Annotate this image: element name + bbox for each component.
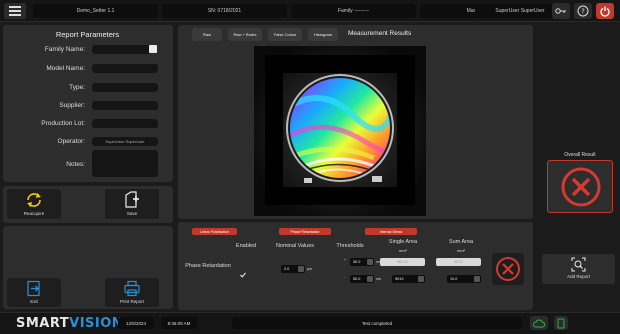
reacquire-label: Reacquire xyxy=(23,211,45,216)
help-icon[interactable]: ? xyxy=(574,3,592,19)
thresholds-header: Thresholds xyxy=(336,243,364,249)
type-input[interactable] xyxy=(92,83,158,92)
single-area-spinner-icon[interactable] xyxy=(418,276,424,282)
exit-label: Exit xyxy=(30,299,38,304)
recipe-field: Demo_Setter 1.1 xyxy=(33,4,158,18)
enabled-header: Enabled xyxy=(235,243,257,249)
threshold-minus-text: 50.0 xyxy=(353,277,361,281)
threshold-plus-spinner-icon[interactable] xyxy=(367,259,373,265)
tab-linear-polarisation[interactable]: Linear Polarisation xyxy=(192,228,237,235)
sum-area-unit: mm² xyxy=(457,248,465,253)
print-report-button[interactable]: Print Report xyxy=(105,278,159,307)
exit-button[interactable]: Exit xyxy=(7,278,61,307)
threshold-minus-spinner-icon[interactable] xyxy=(367,276,373,282)
single-area-bottom-input[interactable]: 9019 xyxy=(392,275,425,283)
single-area-top-value: 661.00 xyxy=(380,258,425,266)
threshold-minus-sign: - xyxy=(344,275,346,279)
threshold-minus-unit: nm xyxy=(376,277,381,281)
threshold-plus-text: 50.0 xyxy=(353,260,361,264)
production-lot-input[interactable] xyxy=(92,119,158,128)
save-button[interactable]: Save xyxy=(105,189,159,219)
fail-icon xyxy=(496,257,520,281)
notes-input[interactable] xyxy=(92,150,158,177)
overall-result-box xyxy=(547,160,613,213)
nominal-value-text: 2.0 xyxy=(284,267,290,271)
smartvision-logo: SMARTVISION xyxy=(16,316,124,331)
status-field: Test completed xyxy=(232,317,522,329)
view-raw-bndrs-button[interactable]: Raw + Bndrs xyxy=(228,28,262,41)
report-title: Report Parameters xyxy=(55,30,120,39)
device-icon[interactable] xyxy=(554,316,568,330)
reacquire-icon xyxy=(27,193,41,207)
nominal-spinner-icon[interactable] xyxy=(298,266,304,272)
tab-internal-stress[interactable]: Internal Stress xyxy=(365,228,417,235)
power-icon[interactable] xyxy=(596,3,614,19)
print-report-label: Print Report xyxy=(119,299,144,304)
sum-area-bottom-text: 10.0 xyxy=(450,277,458,281)
view-raw-button[interactable]: Raw xyxy=(192,28,222,41)
sum-area-spinner-icon[interactable] xyxy=(474,276,480,282)
add-report-label: Add Report xyxy=(567,274,590,279)
svg-text:?: ? xyxy=(581,8,585,16)
family-name-input[interactable] xyxy=(92,45,152,54)
phase-retardation-row-label: Phase Retardation xyxy=(185,263,231,269)
sum-area-top-value: 99.37 xyxy=(436,258,481,266)
overall-result-title: Overall Result xyxy=(564,152,596,158)
sum-area-header: Sum Area xyxy=(448,239,474,245)
view-false-colors-button[interactable]: False Colors xyxy=(268,28,302,41)
enabled-checkbox[interactable] xyxy=(239,266,247,278)
add-report-button[interactable]: Add Report xyxy=(542,254,615,284)
supplier-input[interactable] xyxy=(92,101,158,110)
time-field: 8:36:09 AM xyxy=(161,317,197,329)
new-file-icon xyxy=(125,191,139,208)
production-lot-label: Production Lot: xyxy=(41,120,85,127)
phase-retardation-result xyxy=(492,253,524,285)
notes-label: Notes: xyxy=(66,161,85,168)
nominal-value-input[interactable]: 2.0 xyxy=(281,265,305,273)
type-label: Type: xyxy=(69,84,85,91)
threshold-plus-input[interactable]: 50.0 xyxy=(350,258,374,266)
printer-icon xyxy=(124,280,140,297)
measurement-title: Measurement Results xyxy=(348,30,412,37)
menu-icon[interactable] xyxy=(4,3,26,19)
operator-input[interactable]: SuperUser SuperUser xyxy=(92,137,158,146)
model-name-input[interactable] xyxy=(92,64,158,73)
measurement-image xyxy=(254,46,426,216)
date-field: 12/5/2024 xyxy=(118,317,154,329)
tab-phase-retardation[interactable]: Phase Retardation xyxy=(279,228,331,235)
check-icon xyxy=(240,272,246,278)
add-report-icon xyxy=(571,257,586,272)
overall-fail-icon xyxy=(561,167,601,207)
supplier-label: Supplier: xyxy=(59,102,85,109)
reacquire-button[interactable]: Reacquire xyxy=(7,189,61,219)
serial-field: SN: 0718/2021 xyxy=(162,4,287,18)
cloud-icon[interactable] xyxy=(530,316,548,330)
single-area-bottom-text: 9019 xyxy=(395,277,404,281)
key-icon[interactable] xyxy=(552,3,570,19)
family-name-dropdown[interactable] xyxy=(149,45,157,56)
family-name-label: Family Name: xyxy=(44,46,85,53)
model-name-label: Model Name: xyxy=(46,65,85,72)
nominal-values-header: Nominal Values xyxy=(275,243,315,249)
sum-area-bottom-input[interactable]: 10.0 xyxy=(447,275,481,283)
exit-icon xyxy=(27,280,40,297)
single-area-unit: mm² xyxy=(399,248,407,253)
save-label: Save xyxy=(126,211,138,216)
threshold-plus-sign: + xyxy=(344,258,347,262)
nominal-unit: µm xyxy=(307,267,312,271)
single-area-header: Single Area xyxy=(388,239,418,245)
family-field: Family --------- xyxy=(291,4,416,18)
view-histogram-button[interactable]: Histogram xyxy=(308,28,338,41)
operator-label: Operator: xyxy=(57,138,85,145)
threshold-minus-input[interactable]: 50.0 xyxy=(350,275,374,283)
